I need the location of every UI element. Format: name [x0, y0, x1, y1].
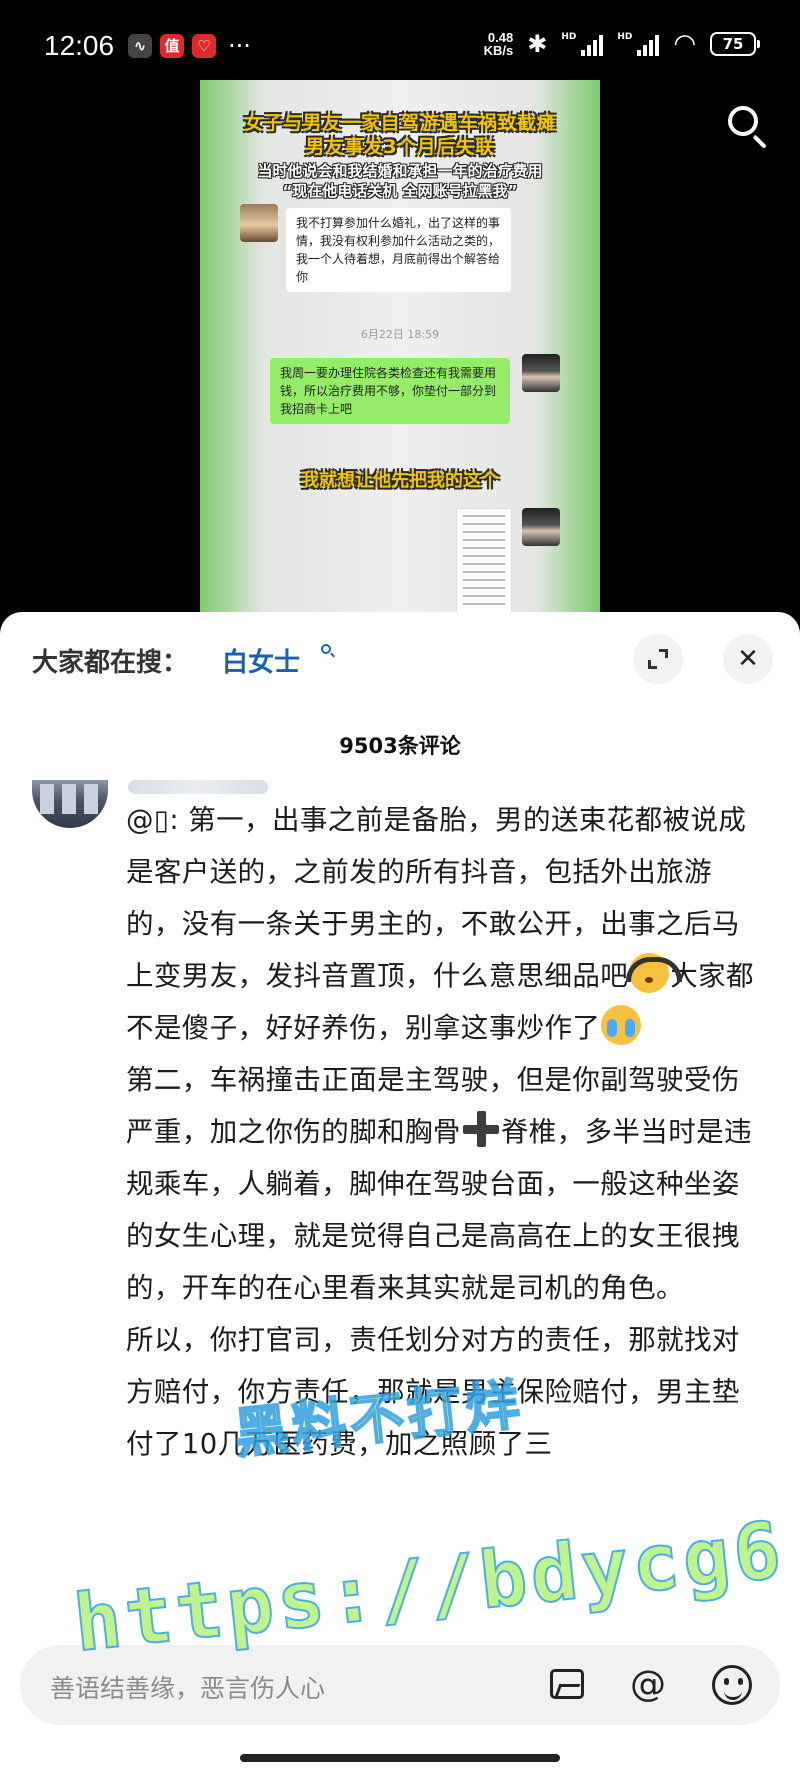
- close-icon: ✕: [737, 644, 759, 674]
- headphones-emoji-icon: [626, 953, 683, 993]
- video-player[interactable]: 女子与男友一家自驾游遇车祸致截瘫 男友事发3个月后失联 当时他说会和我结婚和承担…: [0, 80, 800, 620]
- video-subtitle-line-1: 当时他说会和我结婚和承担一年的治疗费用: [257, 162, 543, 180]
- bluetooth-icon: ✱: [527, 30, 548, 58]
- status-bar: 12:06 ∿ 值 ♡ ··· 0.48 KB/s ✱ HD HD ◠ 75: [0, 0, 800, 80]
- chat-avatar-boyfriend: [240, 204, 278, 242]
- status-app-icons: ∿ 值 ♡ ···: [128, 34, 251, 58]
- search-icon: [728, 106, 758, 136]
- chat-avatar-self: [522, 354, 560, 392]
- zhi-app-icon: 值: [160, 34, 184, 58]
- status-time: 12:06: [44, 30, 115, 61]
- comment-username[interactable]: [128, 780, 268, 794]
- chat-avatar-self-2: [522, 508, 560, 546]
- battery-icon: 75: [710, 32, 760, 56]
- mention-icon[interactable]: @: [626, 1663, 670, 1707]
- signal-hd-label: HD: [561, 32, 577, 42]
- video-frame: 女子与男友一家自驾游遇车祸致截瘫 男友事发3个月后失联 当时他说会和我结婚和承担…: [200, 80, 600, 620]
- signal-hd-label-2: HD: [617, 32, 633, 42]
- network-speed: 0.48 KB/s: [484, 31, 514, 57]
- document-thumbnail: [456, 508, 512, 620]
- status-right: 0.48 KB/s ✱ HD HD ◠ 75: [484, 29, 760, 59]
- chat-timestamp: 6月22日 18:59: [360, 328, 440, 341]
- avatar[interactable]: [32, 780, 108, 828]
- expand-button[interactable]: [633, 634, 683, 684]
- search-button[interactable]: [722, 100, 772, 150]
- close-button[interactable]: ✕: [723, 634, 773, 684]
- search-icon: [321, 644, 331, 654]
- wifi-icon: ◠: [673, 29, 696, 59]
- comment-count: 9503条评论: [339, 734, 461, 758]
- emoji-icon[interactable]: [710, 1663, 754, 1707]
- chat-bubble-incoming: 我不打算参加什么婚礼，出了这样的事情，我没有权利参加什么活动之类的，我一个人待着…: [286, 208, 511, 292]
- signal-icon: HD: [561, 32, 604, 56]
- video-caption: 我就想让他先把我的这个: [301, 470, 499, 491]
- network-speed-unit: KB/s: [483, 43, 514, 58]
- waveform-app-icon: ∿: [128, 34, 152, 58]
- comment-paragraph-2: 第二，车祸撞击正面是主驾驶，但是你副驾驶受伤严重，加之你伤的脚和胸骨 脊椎，多半当…: [126, 1054, 766, 1314]
- signal-icon-2: HD: [617, 32, 660, 56]
- video-title-line-2: 男友事发3个月后失联: [305, 136, 495, 158]
- trending-search-term[interactable]: 白女士: [222, 642, 300, 679]
- comment-input-placeholder: 善语结善缘，恶言伤人心: [50, 1674, 326, 1703]
- video-subtitle-line-2: “现在他电话关机 全网账号拉黑我”: [282, 182, 518, 200]
- plus-icon: [462, 1111, 499, 1147]
- home-indicator: [240, 1754, 560, 1762]
- image-icon[interactable]: [546, 1663, 590, 1707]
- crying-emoji-icon: [601, 1005, 642, 1045]
- chat-bubble-outgoing: 我周一要办理住院各类检查还有我需要用钱，所以治疗费用不够，你垫付一部分到我招商卡…: [270, 358, 510, 424]
- more-notifications-icon: ···: [228, 32, 251, 60]
- heart-app-icon: ♡: [192, 34, 216, 58]
- everyone-searching-label: 大家都在搜：: [32, 648, 189, 678]
- expand-icon: [646, 647, 670, 671]
- video-title-line-1: 女子与男友一家自驾游遇车祸致截瘫: [243, 112, 556, 134]
- comment-paragraph-1: @▯: 第一，出事之前是备胎，男的送束花都被说成是客户送的，之前发的所有抖音，包…: [126, 794, 766, 1054]
